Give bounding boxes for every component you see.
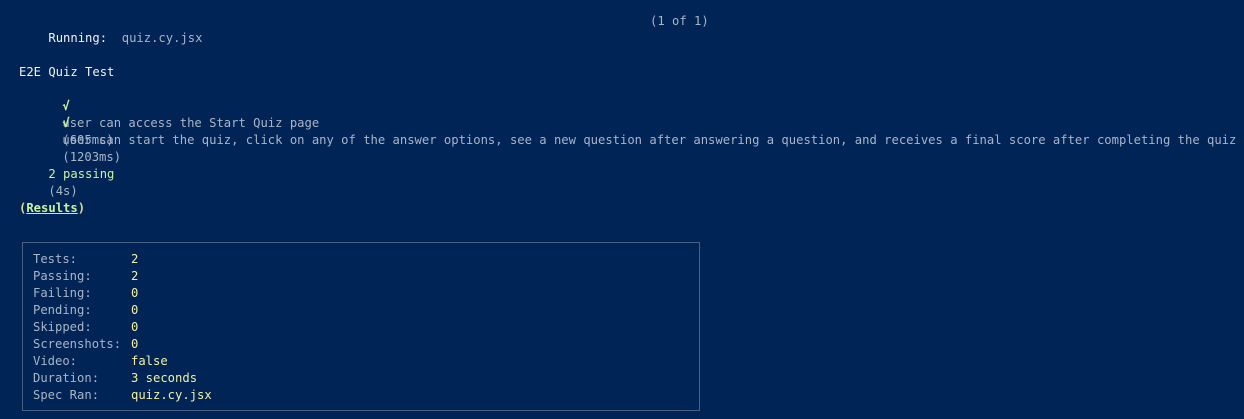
results-value: 0	[131, 303, 139, 317]
results-key: Failing:	[33, 286, 92, 300]
suite-title: E2E Quiz Test	[19, 65, 115, 79]
results-value: 0	[131, 286, 139, 300]
results-key: Skipped:	[33, 320, 92, 334]
results-row-screenshots: Screenshots: 0	[33, 336, 138, 353]
results-row-failing: Failing: 0	[33, 285, 138, 302]
results-row-duration: Duration: 3 seconds	[33, 370, 197, 387]
results-value: 2	[131, 252, 139, 266]
results-value: 0	[131, 320, 139, 334]
test-title: user can start the quiz, click on any of…	[62, 133, 1237, 147]
results-key: Tests:	[33, 252, 78, 266]
results-row-video: Video: false	[33, 353, 168, 370]
results-row-spec-ran: Spec Ran: quiz.cy.jsx	[33, 387, 212, 404]
results-value: 0	[131, 337, 139, 351]
results-heading-label: Results	[26, 201, 78, 215]
results-value: 2	[131, 269, 139, 283]
results-value: 3 seconds	[131, 371, 198, 385]
results-row-skipped: Skipped: 0	[33, 319, 138, 336]
results-key: Pending:	[33, 303, 92, 317]
spec-counter: (1 of 1)	[650, 14, 709, 28]
results-row-tests: Tests: 2	[33, 251, 138, 268]
running-spec-name: quiz.cy.jsx	[121, 31, 203, 45]
results-row-pending: Pending: 0	[33, 302, 138, 319]
passing-count: 2 passing	[48, 167, 115, 181]
running-label: Running:	[48, 31, 108, 45]
results-row-passing: Passing: 2	[33, 268, 138, 285]
check-icon: √	[62, 116, 70, 130]
terminal-output: Running: quiz.cy.jsx (1 of 1) E2E Quiz T…	[0, 0, 1244, 419]
results-value: quiz.cy.jsx	[131, 388, 212, 402]
results-table: Tests: 2 Passing: 2 Failing: 0 Pending: 0 Sk…	[22, 242, 700, 411]
results-close-paren: )	[77, 201, 86, 215]
results-key: Video:	[33, 354, 78, 368]
running-line: Running: quiz.cy.jsx	[19, 13, 202, 64]
results-key: Spec Ran:	[33, 388, 100, 402]
passing-duration: (4s)	[48, 184, 78, 198]
results-key: Screenshots:	[33, 337, 122, 351]
results-key: Duration:	[33, 371, 100, 385]
results-heading: (Results)	[19, 200, 85, 217]
results-value: false	[131, 354, 168, 368]
test-row: √ user can start the quiz, click on any …	[33, 98, 1236, 183]
results-key: Passing:	[33, 269, 92, 283]
